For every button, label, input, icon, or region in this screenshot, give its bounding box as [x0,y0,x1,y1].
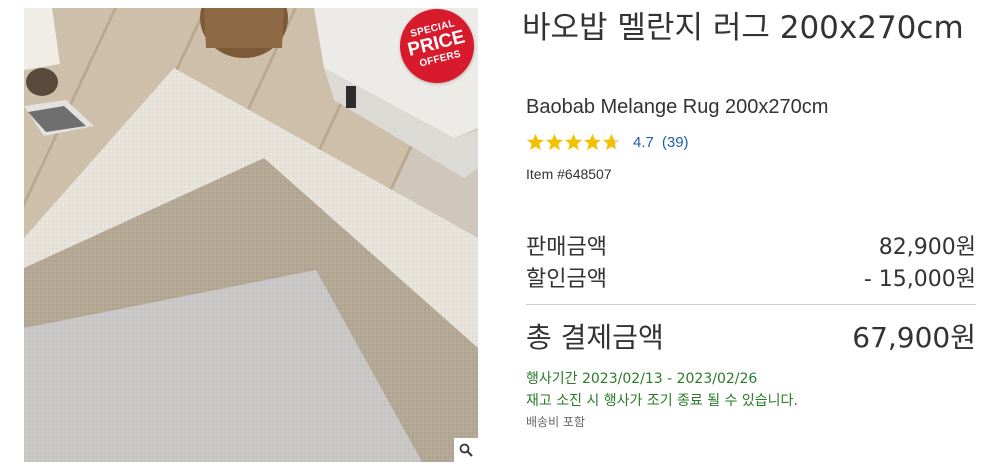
sale-price-label: 판매금액 [526,235,607,260]
star-half-icon [602,133,621,150]
sale-price-row: 판매금액 82,900원 [526,229,976,261]
total-price-row: 총 결제금액 67,900원 [526,316,976,356]
product-image[interactable]: SPECIAL PRICE OFFERS [24,8,478,462]
star-icon [583,133,602,150]
review-count-link[interactable]: (39) [662,134,689,151]
stock-notice: 재고 소진 시 행사가 조기 종료 될 수 있습니다. [526,393,798,409]
promotion-period: 행사기간 2023/02/13 - 2023/02/26 [526,371,758,387]
star-icon [564,133,583,150]
discount-label: 할인금액 [526,267,607,292]
price-divider [526,304,976,305]
shipping-included-note: 배송비 포함 [526,415,586,429]
rug-photo [24,8,478,462]
star-icon [526,133,545,150]
discount-value: - 15,000원 [863,267,976,292]
magnifier-icon [459,443,473,457]
rating-value[interactable]: 4.7 [633,134,654,151]
item-number: Item #648507 [526,166,612,182]
star-icon [545,133,564,150]
zoom-button[interactable] [454,438,478,462]
product-title-english: Baobab Melange Rug 200x270cm [526,96,829,118]
discount-row: 할인금액 - 15,000원 [526,261,976,293]
sale-price-value: 82,900원 [878,235,976,260]
star-rating [526,133,621,152]
product-rating[interactable]: 4.7 (39) [526,131,689,153]
product-title-korean: 바오밥 멜란지 러그 200x270cm [522,10,964,46]
total-price-value: 67,900원 [852,321,976,354]
total-price-label: 총 결제금액 [526,321,664,354]
